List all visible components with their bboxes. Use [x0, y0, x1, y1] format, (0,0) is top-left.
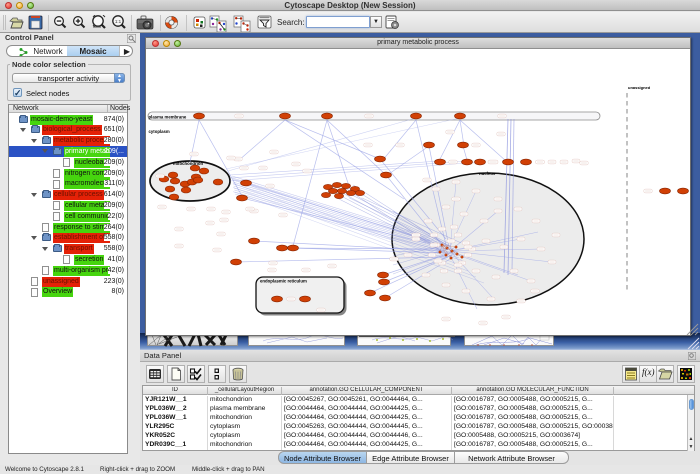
svg-text:endoplasmic reticulum: endoplasmic reticulum [260, 279, 307, 284]
svg-text:1:1: 1:1 [115, 19, 122, 24]
svg-text:cytoplasm: cytoplasm [149, 129, 170, 134]
svg-text:plasma membrane: plasma membrane [149, 115, 187, 120]
svg-text:nucleus: nucleus [479, 171, 496, 176]
svg-text:mitochondrion: mitochondrion [173, 161, 203, 166]
svg-text:unassigned: unassigned [628, 85, 651, 90]
